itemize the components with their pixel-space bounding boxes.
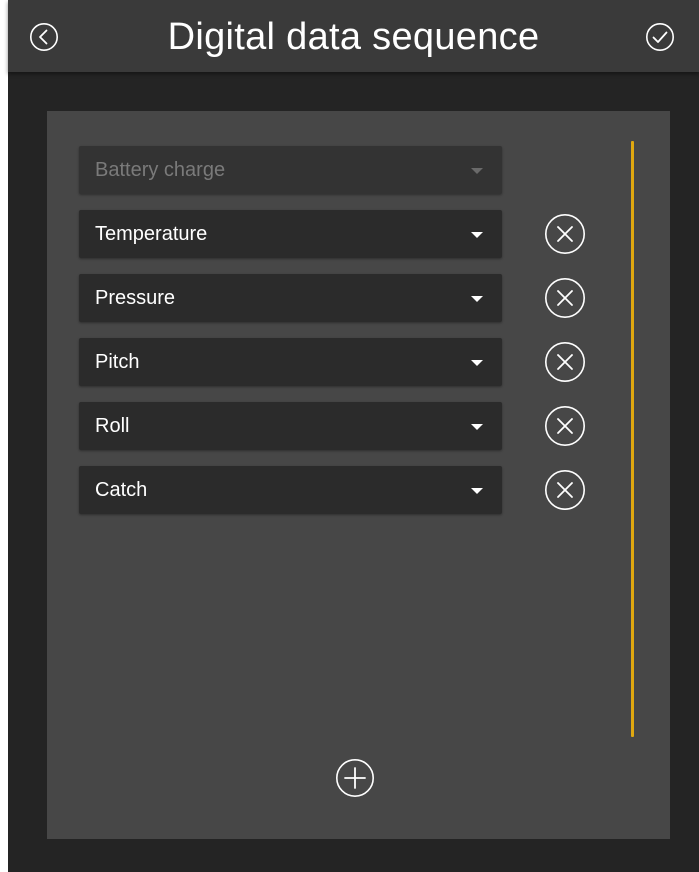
remove-temperature-button[interactable]	[544, 213, 586, 255]
remove-pitch-button[interactable]	[544, 341, 586, 383]
scrollbar[interactable]	[631, 141, 634, 737]
sequence-item-pressure-select[interactable]: Pressure	[79, 274, 502, 322]
sequence-item-label: Catch	[95, 479, 148, 501]
sequence-item-label: Pitch	[95, 351, 140, 373]
remove-pressure-button[interactable]	[544, 277, 586, 319]
check-circle-icon	[646, 23, 674, 51]
sequence-item-temperature-select[interactable]: Temperature	[79, 210, 502, 258]
add-item-button[interactable]	[335, 758, 375, 798]
app-screen: Digital data sequence Battery charge Tem…	[8, 0, 699, 872]
header-bar: Digital data sequence	[8, 0, 699, 72]
sequence-item-label: Temperature	[95, 223, 208, 245]
dropdown-caret-icon	[471, 360, 483, 366]
sequence-item-label: Battery charge	[95, 159, 226, 181]
dropdown-caret-icon	[471, 168, 483, 174]
chevron-left-circle-icon	[30, 23, 58, 51]
sequence-panel: Battery charge Temperature Pressure Pitc…	[47, 111, 670, 839]
dropdown-caret-icon	[471, 296, 483, 302]
x-circle-icon	[544, 469, 586, 511]
page-title: Digital data sequence	[167, 16, 540, 58]
plus-circle-icon	[335, 758, 375, 798]
dropdown-caret-icon	[471, 232, 483, 238]
dropdown-caret-icon	[471, 488, 483, 494]
sequence-item-battery-charge-select: Battery charge	[79, 146, 502, 194]
x-circle-icon	[544, 277, 586, 319]
sequence-item-pitch-select[interactable]: Pitch	[79, 338, 502, 386]
x-circle-icon	[544, 213, 586, 255]
sequence-item-catch-select[interactable]: Catch	[79, 466, 502, 514]
confirm-button[interactable]	[645, 22, 675, 52]
dropdown-caret-icon	[471, 424, 483, 430]
x-circle-icon	[544, 341, 586, 383]
remove-catch-button[interactable]	[544, 469, 586, 511]
back-button[interactable]	[29, 22, 59, 52]
x-circle-icon	[544, 405, 586, 447]
sequence-item-label: Roll	[95, 415, 130, 437]
sequence-item-roll-select[interactable]: Roll	[79, 402, 502, 450]
remove-roll-button[interactable]	[544, 405, 586, 447]
sequence-item-label: Pressure	[95, 287, 176, 309]
